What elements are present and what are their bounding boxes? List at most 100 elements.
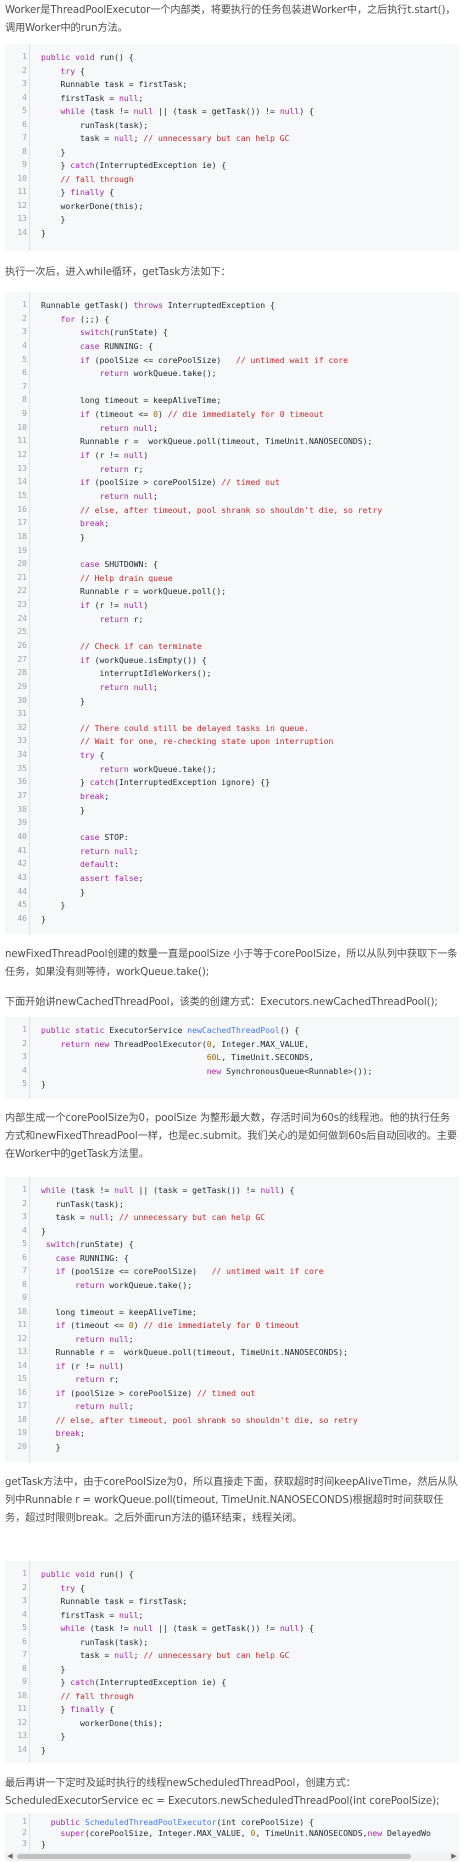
- code-line: task = null; // unnecessary but can help…: [41, 1212, 266, 1222]
- line-number: 2: [22, 65, 27, 75]
- line-number: 32: [17, 722, 27, 732]
- code-line: return null;: [79, 845, 139, 856]
- line-number: 8: [22, 146, 27, 156]
- code-line: try {: [79, 750, 105, 761]
- scroll-left-arrow-icon[interactable]: ◀: [5, 1852, 15, 1861]
- line-number: 11: [17, 436, 27, 446]
- code-line: // else, after timeout, pool shrank so s…: [79, 504, 383, 515]
- line-number: 24: [17, 613, 27, 623]
- line-number: 26: [17, 641, 27, 650]
- line-number: 14: [17, 1360, 27, 1370]
- code-line: return workQueue.take();: [75, 1279, 193, 1290]
- line-number: 17: [17, 1401, 27, 1410]
- code-line: if (r != null): [79, 600, 149, 611]
- code-block-gettask: 1 2 3 4 5 6 7 8 9 10 11 12 13 14 15 16 17 18 19 20 21 22 23 24 2…: [5, 292, 459, 934]
- paragraph-gettask-intro: 执行一次后，进入while循环，getTask方法如下：: [5, 267, 231, 278]
- code-line: if (workQueue.isEmpty()) {: [79, 654, 207, 665]
- code-line: long timeout = keepAliveTime;: [41, 1306, 197, 1317]
- code-line: try {: [60, 65, 85, 76]
- line-number: 10: [17, 1690, 27, 1700]
- code-line: } finally {: [41, 187, 115, 197]
- line-number: 13: [17, 463, 27, 473]
- line-number: 1: [22, 52, 27, 61]
- line-number: 12: [17, 450, 27, 460]
- line-number: 2: [22, 313, 27, 323]
- code-line: workerDone(this);: [41, 200, 144, 211]
- line-number: 37: [17, 791, 27, 801]
- line-number: 28: [17, 668, 27, 678]
- code-line: interruptIdleWorkers();: [41, 668, 212, 679]
- line-number: 34: [17, 750, 27, 760]
- line-number: 35: [17, 763, 27, 773]
- line-number: 44: [17, 886, 27, 896]
- line-number: 31: [17, 709, 27, 719]
- article-page: Worker是ThreadPoolExecutor一个内部类，将要执行的任务包装…: [0, 0, 464, 1862]
- code-line: switch(runState) {: [45, 1239, 134, 1249]
- line-number: 3: [22, 79, 27, 88]
- line-number: 7: [22, 1266, 27, 1275]
- line-number: 4: [22, 1065, 27, 1075]
- line-number: 13: [17, 1347, 27, 1356]
- code-line: workerDone(this);: [41, 1717, 163, 1728]
- code-line: public void run() {: [41, 1569, 134, 1579]
- line-number: 18: [17, 1414, 27, 1424]
- line-number: 4: [22, 1225, 27, 1235]
- line-number: 38: [17, 804, 27, 814]
- code-line: while (task != null || (task = getTask()…: [60, 1623, 314, 1633]
- line-number: 1: [22, 1185, 27, 1194]
- line-number: 25: [17, 627, 27, 637]
- line-number: 18: [17, 531, 27, 541]
- line-number: 14: [17, 477, 27, 487]
- code-line: }: [41, 804, 85, 815]
- line-number: 2: [22, 1582, 27, 1592]
- code-block-worker-run-2: 1 2 3 4 5 6 7 8 9 10 11 12 13 14 public void run() { t…: [5, 1561, 459, 1763]
- line-number: 5: [22, 106, 27, 115]
- line-number: 29: [17, 681, 27, 691]
- code-line: }: [41, 900, 66, 911]
- line-number: 6: [22, 1636, 27, 1646]
- line-number: 33: [17, 736, 27, 746]
- code-line: new SynchronousQueue<Runnable>());: [206, 1065, 373, 1076]
- line-number: 16: [17, 1387, 27, 1397]
- line-number: 6: [22, 368, 27, 378]
- code-line: // Help drain queue: [79, 572, 173, 583]
- code-line: break;: [79, 791, 110, 802]
- scrollbar-thumb[interactable]: [17, 1854, 411, 1859]
- code-line: return null;: [99, 681, 158, 692]
- code-line: if (r != null): [79, 450, 149, 461]
- line-number: 45: [17, 900, 27, 910]
- line-number: 20: [17, 559, 27, 569]
- line-number: 41: [17, 845, 27, 855]
- code-block-worker-run: 1 2 3 4 5 6 7 8 9 10 11 12 13 14 public void run() { t…: [5, 44, 459, 251]
- paragraph-cached-explain: 内部生成一个corePoolSize为0，poolSize 为整形最大数，存活时…: [5, 1113, 457, 1160]
- line-number: 11: [17, 1320, 27, 1329]
- line-number: 4: [22, 92, 27, 102]
- line-number-gutter: 1 2 3 4 5 6 7 8 9 10 11 12 13 14 15 16 17 18 19 20: [5, 1177, 30, 1462]
- line-number: 9: [22, 1677, 27, 1686]
- code-line: }: [41, 146, 66, 157]
- line-number: 3: [22, 1839, 27, 1848]
- code-block-scheduled-constructor: 1 2 3 public ScheduledThreadPoolExecutor(i…: [5, 1813, 459, 1855]
- code-line: } catch(InterruptedException ignore) {}: [41, 777, 271, 788]
- code-line: }: [41, 1441, 61, 1452]
- code-line: 60L, TimeUnit.SECONDS,: [206, 1052, 314, 1063]
- scroll-right-arrow-icon[interactable]: ▶: [449, 1852, 459, 1861]
- line-number: 10: [17, 173, 27, 183]
- code-line: return null;: [75, 1333, 134, 1344]
- code-line: }: [41, 695, 85, 706]
- code-line: return workQueue.take();: [99, 763, 217, 774]
- code-line: return null;: [75, 1401, 134, 1411]
- code-line: // fall through: [60, 1690, 134, 1701]
- line-number: 5: [22, 1079, 27, 1089]
- line-number: 2: [22, 1828, 27, 1837]
- line-number: 15: [17, 1374, 27, 1383]
- code-line: } finally {: [41, 1704, 115, 1714]
- line-number: 10: [17, 422, 27, 432]
- line-number: 6: [22, 1252, 27, 1262]
- line-number: 40: [17, 831, 27, 841]
- code-line: if (poolSize <= corePoolSize) // untimed…: [55, 1266, 324, 1276]
- code-line: Runnable r = workQueue.poll(timeout, Tim…: [41, 436, 373, 447]
- line-number: 3: [22, 1212, 27, 1221]
- paragraph-scheduled-intro: 最后再讲一下定时及延时执行的线程newScheduledThreadPool，创…: [5, 1778, 440, 1807]
- horizontal-scrollbar[interactable]: ◀ ▶: [5, 1852, 459, 1861]
